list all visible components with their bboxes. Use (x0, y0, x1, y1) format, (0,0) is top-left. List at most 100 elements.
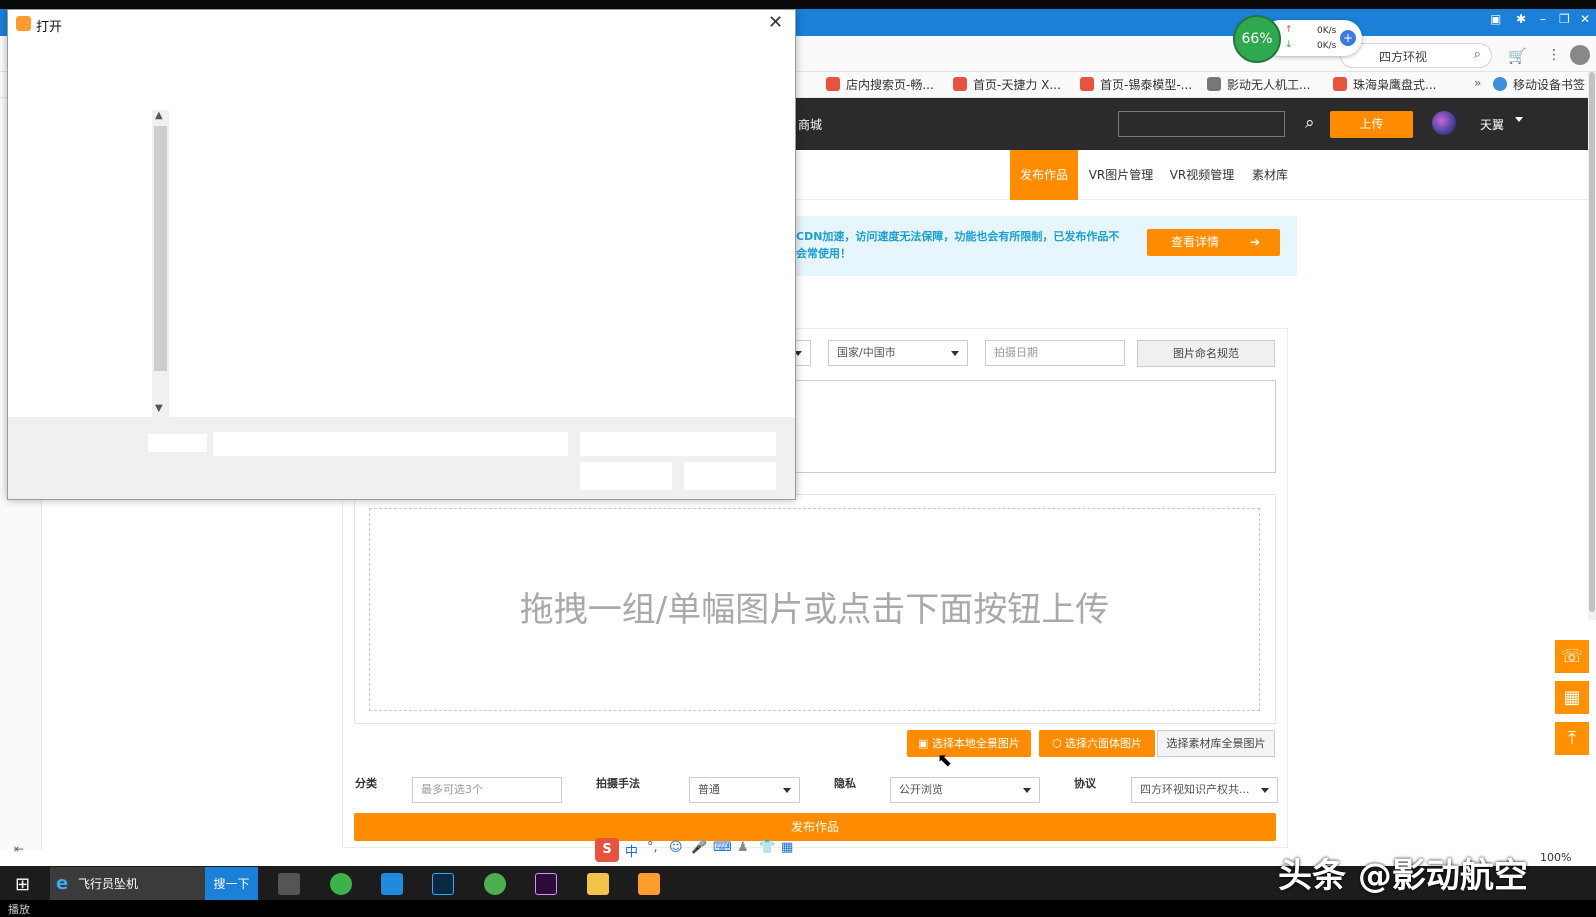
bookmarks-overflow[interactable]: » (1474, 76, 1481, 94)
chevron-down-icon (1261, 788, 1269, 793)
mouse-cursor-icon: ⬉ (937, 750, 953, 771)
download-speed: 0K/s (1317, 41, 1337, 51)
publish-button[interactable]: 发布作品 (354, 813, 1276, 841)
upload-button[interactable]: 上传 (1330, 111, 1413, 138)
tab-vr-images[interactable]: VR图片管理 (1085, 150, 1157, 200)
customer-service-icon[interactable]: ☏ (1555, 640, 1589, 673)
select-cube-button[interactable]: ⬡ 选择六面体图片 (1039, 730, 1155, 757)
calculator-icon[interactable] (278, 873, 300, 895)
skin-icon[interactable]: ▣ (1490, 12, 1501, 26)
file-type-select[interactable] (580, 432, 776, 456)
arrow-right-icon: ➔ (1249, 235, 1260, 249)
select-library-button[interactable]: 选择素材库全景图片 (1157, 730, 1275, 757)
bookmark-icon (826, 77, 840, 91)
upload-speed: 0K/s (1317, 26, 1337, 36)
description-textarea[interactable] (785, 380, 1276, 473)
ime-toolbar: S 中 °, ☺ 🎤 ⌨ ♟ 👕 ▦ (595, 838, 805, 864)
drop-zone[interactable]: 拖拽一组/单幅图片或点击下面按钮上传 (369, 508, 1260, 711)
bookmark-item[interactable]: 影动无人机工... (1207, 76, 1310, 94)
scroll-down-icon[interactable]: ▼ (155, 403, 163, 414)
keyboard-icon[interactable]: ⌨ (713, 840, 732, 855)
upload-arrow-icon: ↑ (1285, 25, 1293, 35)
wechat-icon[interactable] (330, 873, 352, 895)
uc-browser-icon[interactable] (638, 873, 660, 895)
bookmark-item[interactable]: 珠海枭鹰盘式... (1333, 76, 1436, 94)
site-search-input[interactable] (1118, 111, 1285, 137)
user-menu-caret-icon[interactable] (1515, 117, 1523, 122)
country-select[interactable]: 国家/中国市 (828, 340, 968, 366)
category-label: 分类 (355, 777, 377, 790)
boost-icon[interactable]: + (1340, 30, 1356, 46)
photoshop-icon[interactable] (432, 873, 454, 895)
close-window-icon[interactable]: ✕ (1580, 12, 1590, 26)
toolbox-icon[interactable]: ▦ (781, 840, 793, 855)
agreement-select[interactable]: 四方环视知识产权共... (1131, 777, 1278, 803)
ime-mode[interactable]: 中 (625, 841, 638, 860)
site-search-icon[interactable]: ⌕ (1305, 113, 1315, 133)
page-scrollbar[interactable] (1588, 72, 1596, 620)
open-button[interactable] (580, 462, 672, 490)
privacy-select[interactable]: 公开浏览 (890, 777, 1040, 803)
cancel-button[interactable] (684, 462, 776, 490)
qr-code-icon[interactable]: ▦ (1555, 681, 1589, 714)
tab-materials[interactable]: 素材库 (1247, 150, 1293, 200)
more-icon[interactable]: ⋮ (1547, 47, 1561, 63)
close-icon[interactable]: ✕ (768, 12, 783, 33)
user-icon[interactable]: ♟ (737, 840, 749, 855)
shoot-date-input[interactable]: 拍摄日期 (985, 340, 1125, 366)
chevron-down-icon (783, 788, 791, 793)
bookmark-icon (1080, 77, 1094, 91)
user-name[interactable]: 天翼 (1480, 116, 1504, 133)
bookmark-item[interactable]: 首页-天捷力 X... (953, 76, 1061, 94)
ie-taskbar-search[interactable]: e 飞行员坠机 (50, 867, 205, 901)
skin-shirt-icon[interactable]: 👕 (759, 840, 775, 855)
bookmark-icon (1333, 77, 1347, 91)
view-details-label: 查看详情 (1171, 235, 1220, 249)
search-icon[interactable]: ⌕ (1474, 47, 1481, 62)
technique-select[interactable]: 普通 (689, 777, 800, 803)
scroll-up-icon[interactable]: ▲ (155, 110, 163, 121)
watermark: 头条 @影动航空 (1278, 856, 1528, 896)
notice-text: CDN加速，访问速度无法保障，功能也会有所限制，已发布作品不会常使用！ (796, 230, 1120, 260)
browser-360-icon[interactable] (484, 873, 506, 895)
qq-icon[interactable] (381, 873, 403, 895)
premiere-icon[interactable] (535, 873, 557, 895)
scrollbar-thumb[interactable] (1589, 72, 1595, 612)
chevron-down-icon (951, 351, 959, 356)
cart-icon[interactable]: 🛒 (1508, 47, 1527, 65)
naming-rule-button[interactable]: 图片命名规范 (1137, 340, 1275, 367)
filename-input[interactable] (213, 432, 568, 456)
bookmark-item[interactable]: 首页-锡泰模型-... (1080, 76, 1192, 94)
emoji-icon[interactable]: ☺ (669, 840, 683, 855)
dialog-title: 打开 (36, 20, 63, 35)
windows-start-icon[interactable]: ⊞ (15, 874, 30, 895)
bookmark-item[interactable]: 店内搜索页-畅... (826, 76, 934, 94)
minimize-icon[interactable]: – (1540, 12, 1546, 26)
collapse-sidebar-icon[interactable]: ⇤ (14, 842, 24, 856)
menu-icon[interactable]: ✱ (1516, 12, 1526, 26)
restore-icon[interactable]: ❐ (1559, 12, 1570, 26)
tab-vr-videos[interactable]: VR视频管理 (1166, 150, 1238, 200)
mobile-bookmarks[interactable]: 移动设备书签 (1493, 76, 1585, 94)
sogou-icon[interactable]: S (595, 838, 619, 862)
zoom-level[interactable]: 100% (1540, 851, 1571, 864)
browser-search-box[interactable]: 四方环视 ⌕ (1340, 43, 1492, 68)
back-to-top-icon[interactable]: ⤒ (1555, 722, 1589, 755)
memory-gauge[interactable]: 66% (1233, 15, 1281, 63)
app-icon (16, 16, 31, 31)
select-local-panorama-button[interactable]: ▣ 选择本地全景图片 (907, 730, 1031, 757)
ie-icon: e (56, 873, 69, 894)
view-details-button[interactable]: 查看详情 ➔ (1147, 229, 1280, 256)
taskbar-search-button[interactable]: 搜一下 (205, 867, 258, 901)
profile-icon[interactable] (1570, 45, 1590, 65)
file-explorer-icon[interactable] (587, 873, 609, 895)
category-input[interactable]: 最多可选3个 (412, 777, 562, 803)
tab-publish[interactable]: 发布作品 (1010, 150, 1078, 200)
punctuation-icon[interactable]: °, (647, 840, 658, 855)
dialog-scroll-thumb[interactable] (154, 126, 167, 371)
cloud-icon (1493, 77, 1507, 91)
microphone-icon[interactable]: 🎤 (691, 840, 707, 855)
site-brand[interactable]: 商城 (798, 116, 822, 133)
avatar[interactable] (1432, 111, 1456, 135)
screen-top-strip (0, 0, 1596, 9)
